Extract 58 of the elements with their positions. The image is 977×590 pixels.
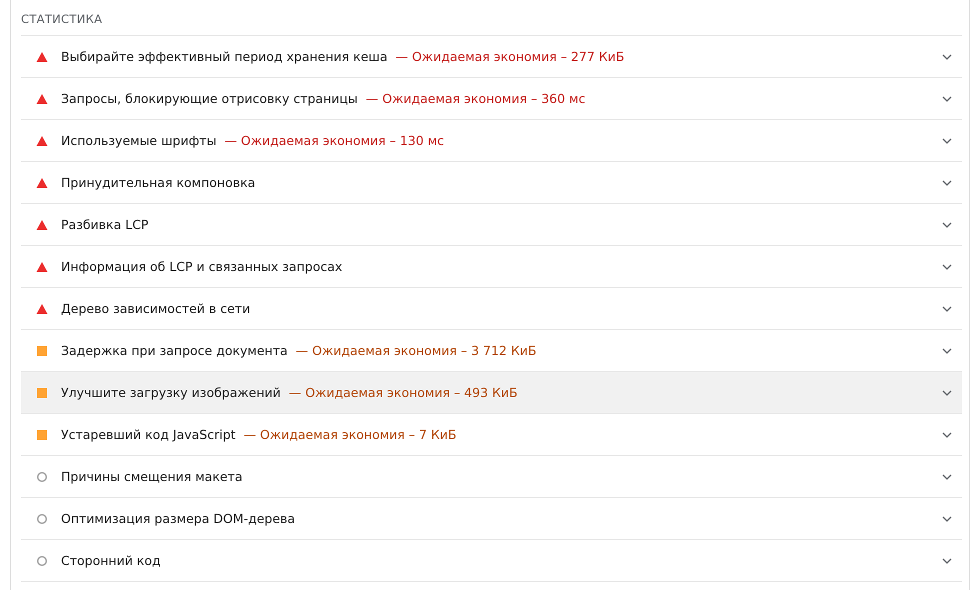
audit-row[interactable]: Выбирайте эффективный период хранения кеша — Ожидаемая экономия – 277 КиБ: [21, 36, 962, 78]
circle-icon: [36, 554, 48, 566]
chevron-down-icon[interactable]: [942, 222, 952, 228]
chevron-down-icon[interactable]: [942, 306, 952, 312]
savings-text: — Ожидаемая экономия – 277 КиБ: [396, 49, 624, 64]
audit-row[interactable]: Информация об LCP и связанных запросах: [21, 246, 962, 288]
square-icon: [36, 344, 48, 356]
audit-row[interactable]: Дерево зависимостей в сети: [21, 288, 962, 330]
warning-triangle-icon: [36, 302, 48, 314]
audit-row[interactable]: Используемые шрифты — Ожидаемая экономия – 130 мс: [21, 120, 962, 162]
audit-title: Используемые шрифты: [61, 133, 216, 148]
chevron-down-icon[interactable]: [942, 558, 952, 564]
circle-icon: [36, 470, 48, 482]
audit-row[interactable]: Устаревший код JavaScript — Ожидаемая экономия – 7 КиБ: [21, 414, 962, 456]
warning-triangle-icon: [36, 218, 48, 230]
savings-text: — Ожидаемая экономия – 360 мс: [366, 91, 586, 106]
audit-title: Информация об LCP и связанных запросах: [61, 259, 342, 274]
square-icon: [36, 428, 48, 440]
chevron-down-icon[interactable]: [942, 264, 952, 270]
audit-title: Устаревший код JavaScript: [61, 427, 236, 442]
warning-triangle-icon: [36, 92, 48, 104]
audit-row[interactable]: Запросы, блокирующие отрисовку страницы — Ожидаемая экономия – 360 мс: [21, 78, 962, 120]
savings-text: — Ожидаемая экономия – 493 КиБ: [288, 385, 518, 400]
chevron-down-icon[interactable]: [942, 474, 952, 480]
audit-row[interactable]: Принудительная компоновка: [21, 162, 962, 204]
chevron-down-icon[interactable]: [942, 432, 952, 438]
chevron-down-icon[interactable]: [942, 390, 952, 396]
audit-title: Разбивка LCP: [61, 217, 148, 232]
warning-triangle-icon: [36, 176, 48, 188]
square-icon: [36, 386, 48, 398]
chevron-down-icon[interactable]: [942, 54, 952, 60]
chevron-down-icon[interactable]: [942, 348, 952, 354]
chevron-down-icon[interactable]: [942, 180, 952, 186]
warning-triangle-icon: [36, 260, 48, 272]
audit-title: Запросы, блокирующие отрисовку страницы: [61, 91, 358, 106]
warning-triangle-icon: [36, 134, 48, 146]
savings-text: — Ожидаемая экономия – 3 712 КиБ: [296, 343, 536, 358]
warning-triangle-icon: [36, 50, 48, 62]
chevron-down-icon[interactable]: [942, 138, 952, 144]
savings-text: — Ожидаемая экономия – 7 КиБ: [244, 427, 456, 442]
chevron-down-icon[interactable]: [942, 516, 952, 522]
audit-title: Оптимизация размера DOM-дерева: [61, 511, 296, 526]
chevron-down-icon[interactable]: [942, 96, 952, 102]
audit-title: Улучшите загрузку изображений: [61, 385, 281, 400]
section-title: СТАТИСТИКА: [21, 11, 104, 28]
audit-title: Выбирайте эффективный период хранения кеша: [61, 49, 388, 64]
audit-row[interactable]: Причины смещения макета: [21, 456, 962, 498]
audit-title: Принудительная компоновка: [61, 175, 256, 190]
audit-row[interactable]: Оптимизация размера DOM-дерева: [21, 498, 962, 540]
audit-title: Сторонний код: [61, 553, 161, 568]
savings-text: — Ожидаемая экономия – 130 мс: [224, 133, 444, 148]
audit-row[interactable]: Разбивка LCP: [21, 204, 962, 246]
audit-title: Задержка при запросе документа: [61, 343, 288, 358]
audit-row[interactable]: Улучшите загрузку изображений — Ожидаемая экономия – 493 КиБ: [21, 372, 962, 414]
audit-row[interactable]: Сторонний код: [21, 540, 962, 582]
audit-title: Дерево зависимостей в сети: [61, 301, 250, 316]
audit-title: Причины смещения макета: [61, 469, 243, 484]
circle-icon: [36, 512, 48, 524]
